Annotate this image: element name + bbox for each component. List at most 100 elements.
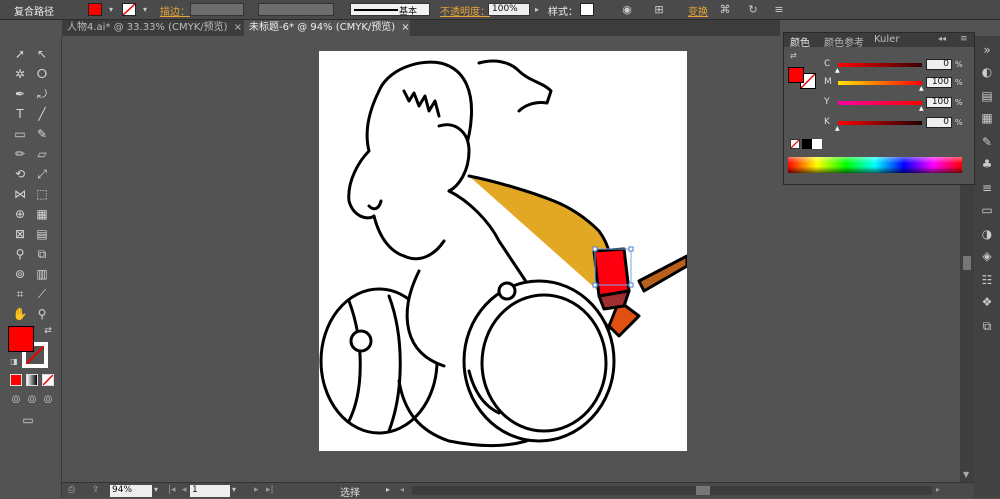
color-value-input[interactable]: 0 [926,117,952,128]
fill-swatch[interactable] [88,3,102,16]
appearance-icon[interactable]: ◈ [979,248,995,264]
chevron-down-icon[interactable]: ▾ [104,2,118,17]
chevron-right-icon[interactable]: ▸ [530,2,544,17]
next-page-icon[interactable]: ▸ [254,485,259,495]
character-illustration[interactable] [319,51,689,451]
stroke-weight-dropdown[interactable] [190,3,244,16]
black-swatch[interactable] [802,139,812,149]
eraser-icon[interactable]: ▱ [34,146,50,162]
paintbrush-icon[interactable]: ✎ [34,126,50,142]
isolate-icon[interactable]: ⌘ [718,2,732,17]
document-status-icon[interactable]: ⎙ [68,485,75,495]
stroke-label[interactable]: 描边： [160,3,190,18]
color-mode-icon[interactable] [10,374,22,386]
collapse-icon[interactable]: ◂◂ [938,34,946,43]
screen-mode-icon[interactable]: ▭ [20,412,36,428]
last-page-icon[interactable]: ▸| [266,485,274,495]
line-tool-icon[interactable]: ╱ [34,106,50,122]
horizontal-scrollbar[interactable] [412,486,932,495]
swap-colors-icon[interactable]: ⇄ [40,323,56,339]
eyedropper-icon[interactable]: ⚲ [12,246,28,262]
gradient-mode-icon[interactable] [26,374,38,386]
fill-color-box[interactable] [8,326,34,352]
draw-inside-icon[interactable]: ◎ [40,392,56,408]
variable-width-dropdown[interactable] [258,3,334,16]
prev-page-icon[interactable]: ◂ [182,485,187,495]
tab-color[interactable]: 颜色 [790,34,810,49]
mesh-tool-icon[interactable]: ⊠ [12,226,28,242]
graphic-styles-icon[interactable]: ☷ [979,272,995,288]
opacity-input[interactable]: 100% [488,3,530,16]
page-input[interactable]: 1 [190,485,230,497]
gradient-tool-icon[interactable]: ▤ [34,226,50,242]
tab-kuler[interactable]: Kuler [874,34,899,45]
draw-normal-icon[interactable]: ◎ [8,392,24,408]
color-spectrum[interactable] [788,157,962,173]
gradient-panel-icon[interactable]: ▭ [979,202,995,218]
shape-builder-icon[interactable]: ⊕ [12,206,28,222]
color-slider[interactable] [838,121,922,125]
brushes-icon[interactable]: ✎ [979,134,995,150]
align-icon[interactable]: ⊞ [652,2,666,17]
stroke-panel-icon[interactable]: ≡ [979,180,995,196]
chevron-down-icon[interactable]: ▾ [154,485,158,494]
scroll-right-icon[interactable]: ▸ [936,485,940,494]
chevron-down-icon[interactable]: ▾ [138,2,152,17]
first-page-icon[interactable]: |◂ [168,485,176,495]
export-icon[interactable]: ⇪ [92,485,100,495]
slider-handle-icon[interactable]: ▲ [919,85,924,92]
color-panel-icon[interactable]: ◐ [979,64,995,80]
rectangle-tool-icon[interactable]: ▭ [12,126,28,142]
pencil-icon[interactable]: ✏ [12,146,28,162]
none-mode-icon[interactable] [42,374,54,386]
color-slider[interactable] [838,81,922,85]
scroll-thumb[interactable] [963,256,971,270]
artboard-tool-icon[interactable]: ⌗ [12,286,28,302]
type-tool-icon[interactable]: T [12,106,28,122]
hand-tool-icon[interactable]: ✋ [12,306,28,322]
transform-label[interactable]: 变换 [688,3,708,18]
swatches-icon[interactable]: ▦ [979,110,995,126]
slider-handle-icon[interactable]: ▲ [919,105,924,112]
opacity-label[interactable]: 不透明度： [440,3,490,18]
panel-menu-icon[interactable]: ≡ [960,34,968,44]
lasso-icon[interactable]: ⵔ [34,66,50,82]
recolor-icon[interactable]: ◉ [620,2,634,17]
width-tool-icon[interactable]: ⋈ [12,186,28,202]
artboard[interactable] [319,51,689,451]
scroll-down-icon[interactable]: ▼ [963,470,969,479]
style-swatch[interactable] [580,3,594,16]
stroke-swatch[interactable] [122,3,136,16]
draw-behind-icon[interactable]: ◎ [24,392,40,408]
color-value-input[interactable]: 100 [926,97,952,108]
pen-tool-icon[interactable]: ✒ [12,86,28,102]
layers-icon[interactable]: ❖ [979,294,995,310]
slider-handle-icon[interactable]: ▲ [835,67,840,74]
transparency-icon[interactable]: ◑ [979,226,995,242]
white-swatch[interactable] [812,139,822,149]
tab-document-2[interactable]: 未标题-6* @ 94% (CMYK/预览) × [244,20,410,36]
curvature-icon[interactable]: ⤾ [34,86,50,102]
slider-handle-icon[interactable]: ▲ [835,125,840,132]
direct-selection-icon[interactable]: ↖ [34,46,50,62]
artboards-icon[interactable]: ⧉ [979,318,995,334]
fill-color-swatch[interactable] [788,67,804,83]
free-transform-icon[interactable]: ⬚ [34,186,50,202]
default-colors-icon[interactable]: ◨ [6,354,22,370]
color-slider[interactable] [838,63,922,67]
collapse-icon[interactable]: » [979,42,995,58]
scale-tool-icon[interactable]: ⤢ [34,166,50,182]
swap-colors-icon[interactable]: ⇄ [790,51,797,60]
zoom-input[interactable]: 94% [110,485,152,497]
tab-document-1[interactable]: 人物4.ai* @ 33.33% (CMYK/预览) × [62,20,242,36]
symbol-sprayer-icon[interactable]: ⊚ [12,266,28,282]
symbols-icon[interactable]: ♣ [979,156,995,172]
color-value-input[interactable]: 0 [926,59,952,70]
rotate-icon[interactable]: ↻ [746,2,760,17]
slice-tool-icon[interactable]: ⟋ [34,286,50,302]
chevron-right-icon[interactable]: ▸ [386,485,390,494]
blend-tool-icon[interactable]: ⧉ [34,246,50,262]
scroll-thumb[interactable] [696,486,710,495]
close-icon[interactable]: × [401,22,409,33]
color-slider[interactable] [838,101,922,105]
